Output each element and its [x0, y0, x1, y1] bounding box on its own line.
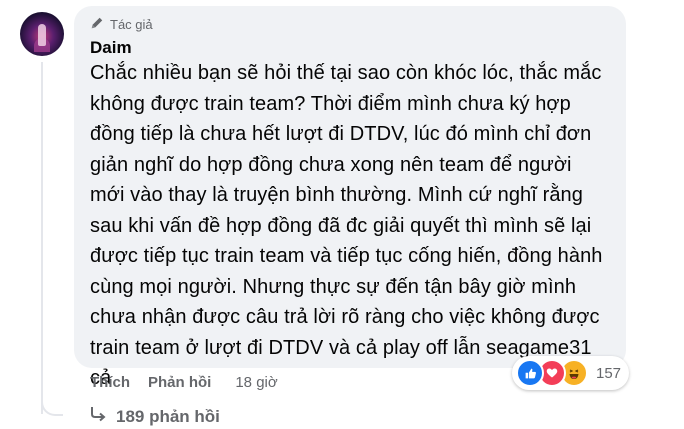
like-icon: [516, 359, 544, 387]
thread-line: [41, 62, 43, 414]
comment-author[interactable]: Daim: [90, 38, 132, 58]
comment-text: Chắc nhiều bạn sẽ hỏi thế tại sao còn kh…: [90, 62, 603, 389]
like-button[interactable]: Thích: [90, 374, 130, 391]
comment-actions: Thích Phản hồi 18 giờ: [90, 374, 278, 391]
reply-arrow-icon: [88, 404, 108, 429]
replies-count-label[interactable]: 189 phản hồi: [116, 407, 220, 427]
thread-curve: [41, 392, 63, 416]
comment-timestamp[interactable]: 18 giờ: [235, 374, 277, 391]
reply-button[interactable]: Phản hồi: [148, 374, 211, 391]
view-replies-link[interactable]: 189 phản hồi: [88, 404, 220, 429]
reactions-summary[interactable]: 157: [512, 356, 630, 390]
avatar[interactable]: [20, 12, 64, 56]
pencil-icon: [90, 16, 104, 33]
reaction-count: 157: [596, 364, 622, 382]
avatar-figure-head: [38, 24, 46, 46]
author-badge: Tác giả: [90, 14, 153, 34]
author-badge-label: Tác giả: [110, 16, 153, 32]
